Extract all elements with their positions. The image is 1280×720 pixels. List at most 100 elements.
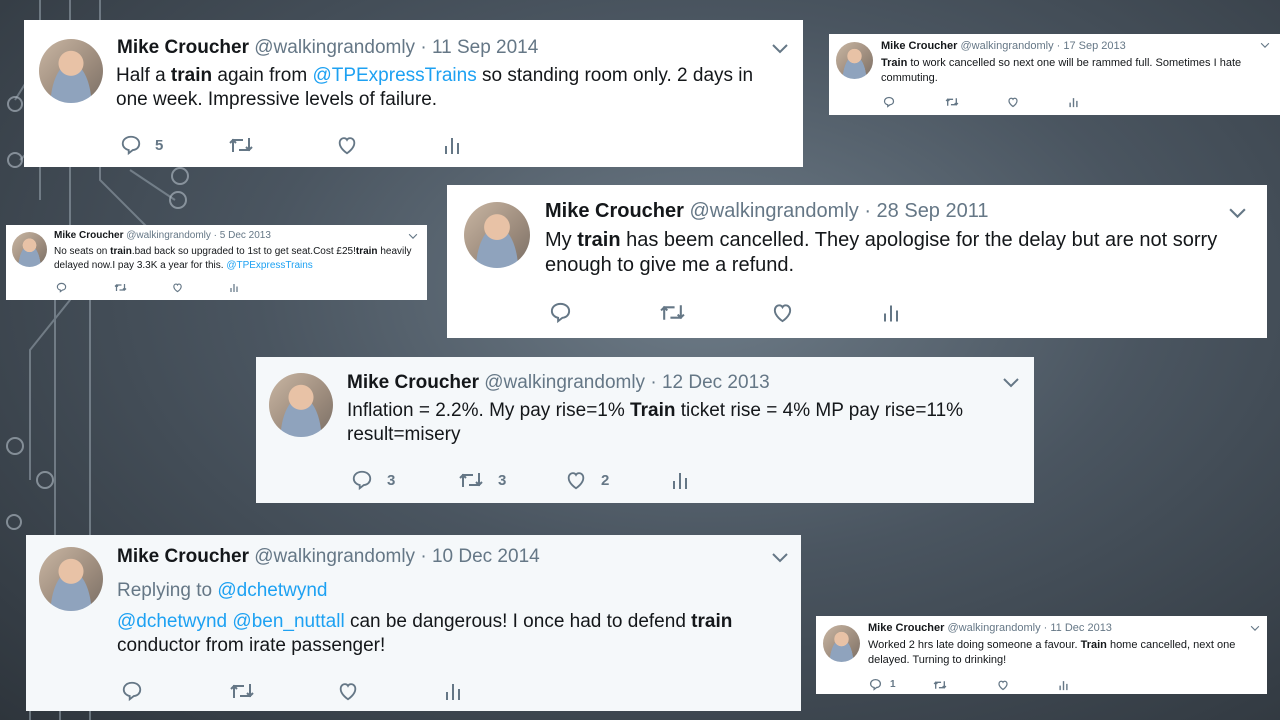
like-button[interactable] [172, 282, 230, 293]
tweet-card[interactable]: Mike Croucher @walkingrandomly · 11 Dec … [816, 616, 1267, 694]
tweet-date[interactable]: · 5 Dec 2013 [214, 230, 271, 241]
heart-icon [998, 680, 1008, 690]
retweet-button[interactable]: 3 [458, 469, 565, 491]
tweet-text: Worked 2 hrs late doing someone a favour… [868, 639, 1236, 667]
author-name[interactable]: Mike Croucher [117, 37, 249, 58]
tweet-card[interactable]: Mike Croucher @walkingrandomly · 10 Dec … [26, 535, 801, 711]
like-button[interactable] [336, 134, 444, 156]
author-name[interactable]: Mike Croucher [545, 200, 684, 222]
tweet-card[interactable]: Mike Croucher @walkingrandomly · 17 Sep … [829, 34, 1280, 115]
tweet-actions: 1 [869, 678, 1068, 691]
tweet-actions [883, 96, 1078, 108]
tweet-header: Mike Croucher @walkingrandomly · 11 Sep … [117, 37, 538, 59]
retweet-button[interactable] [945, 96, 1007, 108]
chevron-down-icon[interactable] [408, 233, 418, 240]
retweet-button[interactable] [114, 282, 172, 293]
tweet-card[interactable]: Mike Croucher @walkingrandomly · 11 Sep … [24, 20, 803, 167]
tweet-header: Mike Croucher @walkingrandomly · 12 Dec … [347, 372, 770, 394]
author-name[interactable]: Mike Croucher [117, 546, 249, 567]
tweet-date[interactable]: · 10 Dec 2014 [420, 546, 539, 567]
retweet-button[interactable] [229, 680, 337, 702]
avatar[interactable] [39, 39, 103, 103]
tweet-text: My train has beem cancelled. They apolog… [545, 229, 1218, 276]
reply-button[interactable]: 1 [869, 678, 933, 691]
chevron-down-icon[interactable] [1260, 42, 1270, 49]
retweet-icon [114, 284, 127, 291]
author-handle[interactable]: @walkingrandomly [960, 40, 1053, 52]
tweet-date[interactable]: · 11 Dec 2013 [1044, 622, 1112, 634]
avatar[interactable] [269, 373, 333, 437]
analytics-button[interactable] [444, 135, 460, 155]
reply-icon [550, 302, 571, 324]
tweet-text: Half a train again from @TPExpressTrains… [116, 65, 754, 110]
reply-button[interactable] [121, 680, 229, 702]
author-handle[interactable]: @walkingrandomly [484, 372, 645, 393]
like-button[interactable] [771, 301, 883, 324]
avatar[interactable] [464, 202, 530, 268]
avatar[interactable] [12, 232, 47, 267]
chevron-down-icon[interactable] [1228, 207, 1247, 220]
reply-button[interactable]: 3 [351, 469, 458, 491]
like-button[interactable] [337, 680, 445, 702]
heart-icon [567, 472, 585, 490]
retweet-button[interactable] [659, 301, 771, 324]
chevron-down-icon[interactable] [771, 552, 789, 564]
analytics-button[interactable] [1069, 96, 1078, 108]
tweet-header: Mike Croucher @walkingrandomly · 5 Dec 2… [54, 230, 271, 241]
keyword-highlight: train [170, 65, 213, 86]
author-handle[interactable]: @walkingrandomly [254, 37, 415, 58]
like-button[interactable] [997, 679, 1059, 691]
mention-link[interactable]: @dchetwynd [117, 611, 227, 632]
avatar[interactable] [836, 42, 873, 79]
reply-button[interactable] [56, 282, 114, 293]
reply-button[interactable]: 5 [120, 134, 228, 156]
tweet-card[interactable]: Mike Croucher @walkingrandomly · 5 Dec 2… [6, 225, 427, 300]
chevron-down-icon[interactable] [1250, 625, 1260, 632]
replying-to-link[interactable]: @dchetwynd [217, 580, 327, 601]
retweet-button[interactable] [228, 134, 336, 156]
analytics-button[interactable] [445, 681, 461, 701]
tweet-date[interactable]: · 28 Sep 2011 [864, 200, 988, 222]
analytics-icon [446, 684, 460, 700]
author-handle[interactable]: @walkingrandomly [126, 230, 211, 241]
author-handle[interactable]: @walkingrandomly [690, 200, 859, 222]
reply-count: 5 [155, 136, 164, 154]
reply-count: 1 [890, 679, 896, 690]
mention-link[interactable]: @TPExpressTrains [226, 260, 312, 271]
chevron-down-icon[interactable] [771, 43, 789, 55]
author-handle[interactable]: @walkingrandomly [254, 546, 415, 567]
tweet-date[interactable]: · 11 Sep 2014 [420, 37, 538, 58]
author-name[interactable]: Mike Croucher [881, 40, 957, 52]
tweet-card[interactable]: Mike Croucher @walkingrandomly · 12 Dec … [256, 357, 1034, 503]
keyword-highlight: train [577, 229, 621, 251]
author-name[interactable]: Mike Croucher [347, 372, 479, 393]
avatar[interactable] [823, 625, 860, 662]
reply-button[interactable] [549, 301, 659, 324]
analytics-button[interactable] [672, 470, 688, 490]
tweet-card[interactable]: Mike Croucher @walkingrandomly · 28 Sep … [447, 185, 1267, 338]
like-count: 2 [601, 471, 610, 489]
analytics-button[interactable] [883, 302, 899, 323]
avatar[interactable] [39, 547, 103, 611]
author-name[interactable]: Mike Croucher [868, 622, 944, 634]
reply-button[interactable] [883, 96, 945, 108]
keyword-highlight: train [691, 611, 733, 632]
chevron-down-icon[interactable] [1002, 377, 1020, 389]
keyword-highlight: Train [1080, 639, 1107, 651]
analytics-icon [673, 473, 687, 489]
keyword-highlight: Train [630, 400, 676, 421]
retweet-icon [229, 138, 253, 152]
author-handle[interactable]: @walkingrandomly [947, 622, 1040, 634]
mention-link[interactable]: @TPExpressTrains [312, 65, 476, 86]
tweet-date[interactable]: · 17 Sep 2013 [1057, 40, 1126, 52]
tweet-date[interactable]: · 12 Dec 2013 [650, 372, 769, 393]
author-name[interactable]: Mike Croucher [54, 230, 123, 241]
analytics-button[interactable] [1059, 679, 1068, 691]
like-button[interactable] [1007, 96, 1069, 108]
retweet-button[interactable] [933, 679, 997, 691]
analytics-button[interactable] [230, 282, 238, 293]
retweet-icon [660, 305, 685, 320]
like-button[interactable]: 2 [565, 469, 672, 491]
mention-link[interactable]: @ben_nuttall [232, 611, 344, 632]
analytics-icon [445, 138, 459, 154]
